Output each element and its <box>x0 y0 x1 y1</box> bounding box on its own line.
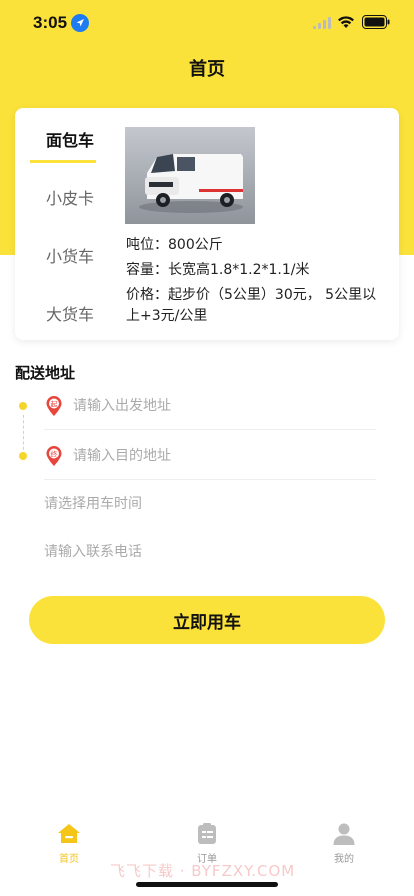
vehicle-price-line-1: 价格：起步价（5公里）30元， 5公里以 <box>126 287 377 303</box>
vehicle-tonnage: 吨位：800公斤 <box>126 237 223 253</box>
divider <box>44 479 376 480</box>
status-time: 3:05 <box>33 13 68 32</box>
delivery-section-title: 配送地址 <box>15 364 76 382</box>
wifi-icon <box>338 16 354 28</box>
start-address-input[interactable] <box>73 392 376 420</box>
vehicle-price-line-2: 上+3元/公里 <box>126 308 208 324</box>
location-arrow-icon <box>71 14 89 32</box>
tab-mini-pickup[interactable]: 小皮卡 <box>30 185 110 209</box>
use-time-input[interactable] <box>44 490 374 518</box>
battery-icon <box>362 15 390 29</box>
end-address-input[interactable] <box>73 442 376 470</box>
tab-van[interactable]: 面包车 <box>30 127 110 151</box>
start-pin-label: 起 <box>51 401 58 409</box>
start-pin-icon: 起 <box>46 396 62 416</box>
nav-home[interactable]: 首页 <box>29 822 109 865</box>
route-connector <box>23 415 24 455</box>
profile-icon <box>333 823 355 845</box>
watermark: 飞飞下载 · BYFZXY.COM <box>110 862 296 880</box>
end-pin-label: 终 <box>51 450 58 459</box>
vehicle-card: 面包车 小皮卡 小货车 大货车 吨位：800公斤 容量：长宽高1.8*1.2*1… <box>15 108 399 340</box>
nav-orders[interactable]: 订单 <box>167 822 247 865</box>
nav-profile-label: 我的 <box>334 854 354 865</box>
active-tab-indicator <box>30 160 96 163</box>
tab-small-truck[interactable]: 小货车 <box>30 243 110 267</box>
home-icon <box>58 824 80 843</box>
end-dot <box>19 452 27 460</box>
phone-input[interactable] <box>44 538 374 566</box>
cellular-signal-icon <box>313 17 331 29</box>
vehicle-photo <box>125 127 255 224</box>
page-title: 首页 <box>189 59 225 80</box>
orders-icon <box>198 823 216 844</box>
tab-large-truck[interactable]: 大货车 <box>30 301 110 325</box>
divider <box>44 429 376 430</box>
book-now-button[interactable]: 立即用车 <box>29 596 385 644</box>
start-dot <box>19 402 27 410</box>
end-pin-icon: 终 <box>46 446 62 466</box>
home-indicator <box>136 882 278 887</box>
nav-home-label: 首页 <box>59 854 79 865</box>
nav-profile[interactable]: 我的 <box>304 822 384 865</box>
status-bar: 3:05 <box>0 0 414 46</box>
vehicle-capacity: 容量：长宽高1.8*1.2*1.1/米 <box>126 262 310 278</box>
